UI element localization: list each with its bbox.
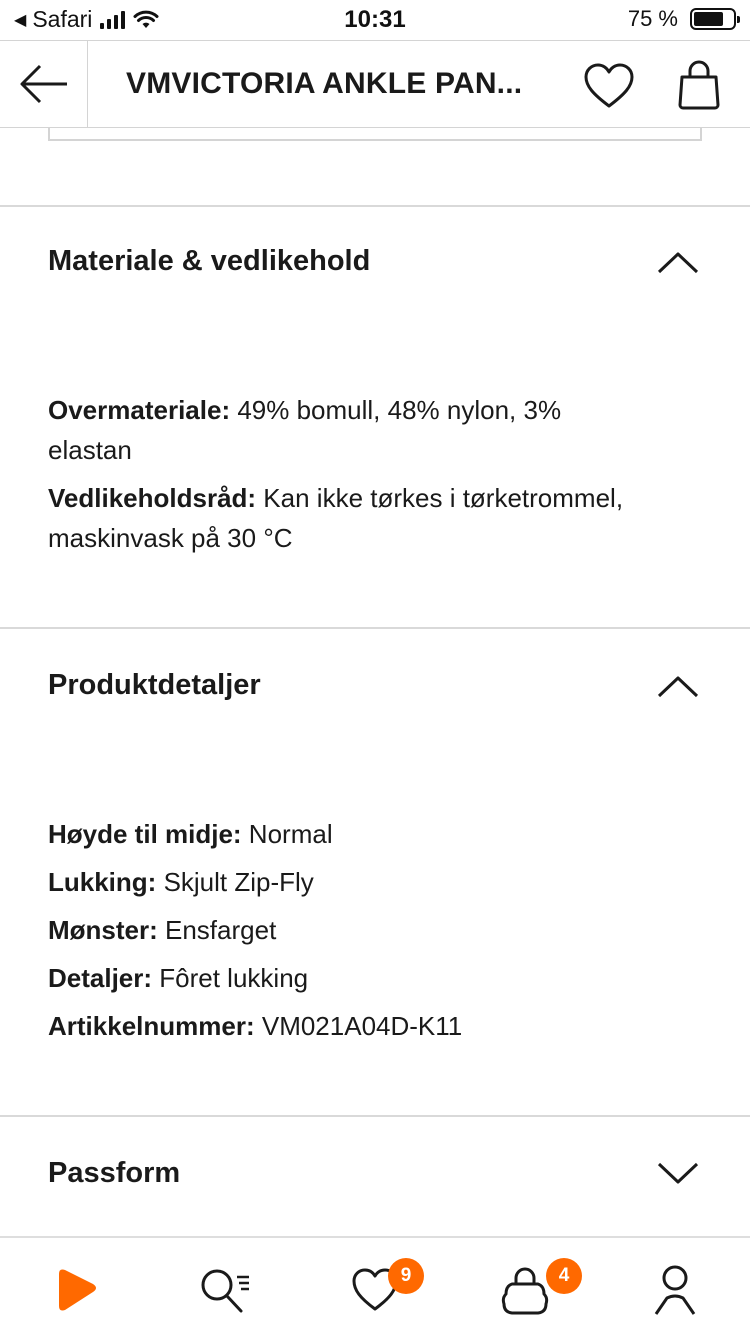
page-title: VMVICTORIA ANKLE PAN... [126, 67, 523, 100]
previous-section-box [48, 128, 702, 141]
chevron-up-icon[interactable] [656, 674, 700, 700]
back-button[interactable] [0, 41, 88, 127]
bag-icon [501, 1267, 549, 1315]
cart-button[interactable] [672, 57, 726, 113]
nav-home[interactable] [40, 1260, 110, 1320]
product-header: VMVICTORIA ANKLE PAN... [0, 40, 750, 128]
material-line: maskinvask på 30 °C [48, 523, 293, 553]
chevron-down-icon[interactable] [656, 1160, 700, 1186]
nav-wishlist[interactable]: 9 [340, 1258, 424, 1320]
section-title-fit: Passform [48, 1157, 181, 1189]
nav-bag[interactable]: 4 [490, 1258, 582, 1320]
search-list-icon [201, 1269, 249, 1313]
bag-count-badge: 4 [546, 1258, 582, 1294]
section-title-details: Produktdetaljer [48, 669, 261, 701]
material-line: Vedlikeholdsråd: Kan ikke tørkes i tørke… [48, 483, 624, 513]
material-line: Overmateriale: 49% bomull, 48% nylon, 3% [48, 395, 562, 425]
heart-icon [584, 63, 634, 108]
detail-line: Artikkelnummer: VM021A04D-K11 [48, 1011, 463, 1041]
arrow-left-icon [20, 64, 67, 104]
section-divider [0, 1115, 750, 1117]
nav-profile[interactable] [640, 1260, 710, 1320]
detail-line: Høyde til midje: Normal [48, 819, 333, 849]
battery-percent: 75 % [627, 6, 678, 31]
home-play-icon [59, 1269, 96, 1311]
status-right: 75 % [627, 6, 740, 32]
detail-line: Lukking: Skjult Zip-Fly [48, 867, 314, 897]
battery-fill [694, 12, 723, 26]
nav-search[interactable] [190, 1260, 260, 1320]
section-divider [0, 205, 750, 207]
wishlist-button[interactable] [582, 59, 636, 113]
battery-icon [690, 8, 740, 30]
detail-line: Detaljer: Fôret lukking [48, 963, 309, 993]
bottom-navigation: 9 4 [0, 1236, 750, 1334]
chevron-up-icon[interactable] [656, 250, 700, 276]
section-divider [0, 627, 750, 629]
status-bar: ◀ Safari 10:31 75 % [0, 0, 750, 40]
wishlist-count-badge: 9 [388, 1258, 424, 1294]
material-line: elastan [48, 435, 132, 465]
shopping-bag-icon [678, 60, 720, 110]
section-title-material: Materiale & vedlikehold [48, 245, 371, 277]
profile-icon [654, 1265, 696, 1315]
detail-line: Mønster: Ensfarget [48, 915, 277, 945]
